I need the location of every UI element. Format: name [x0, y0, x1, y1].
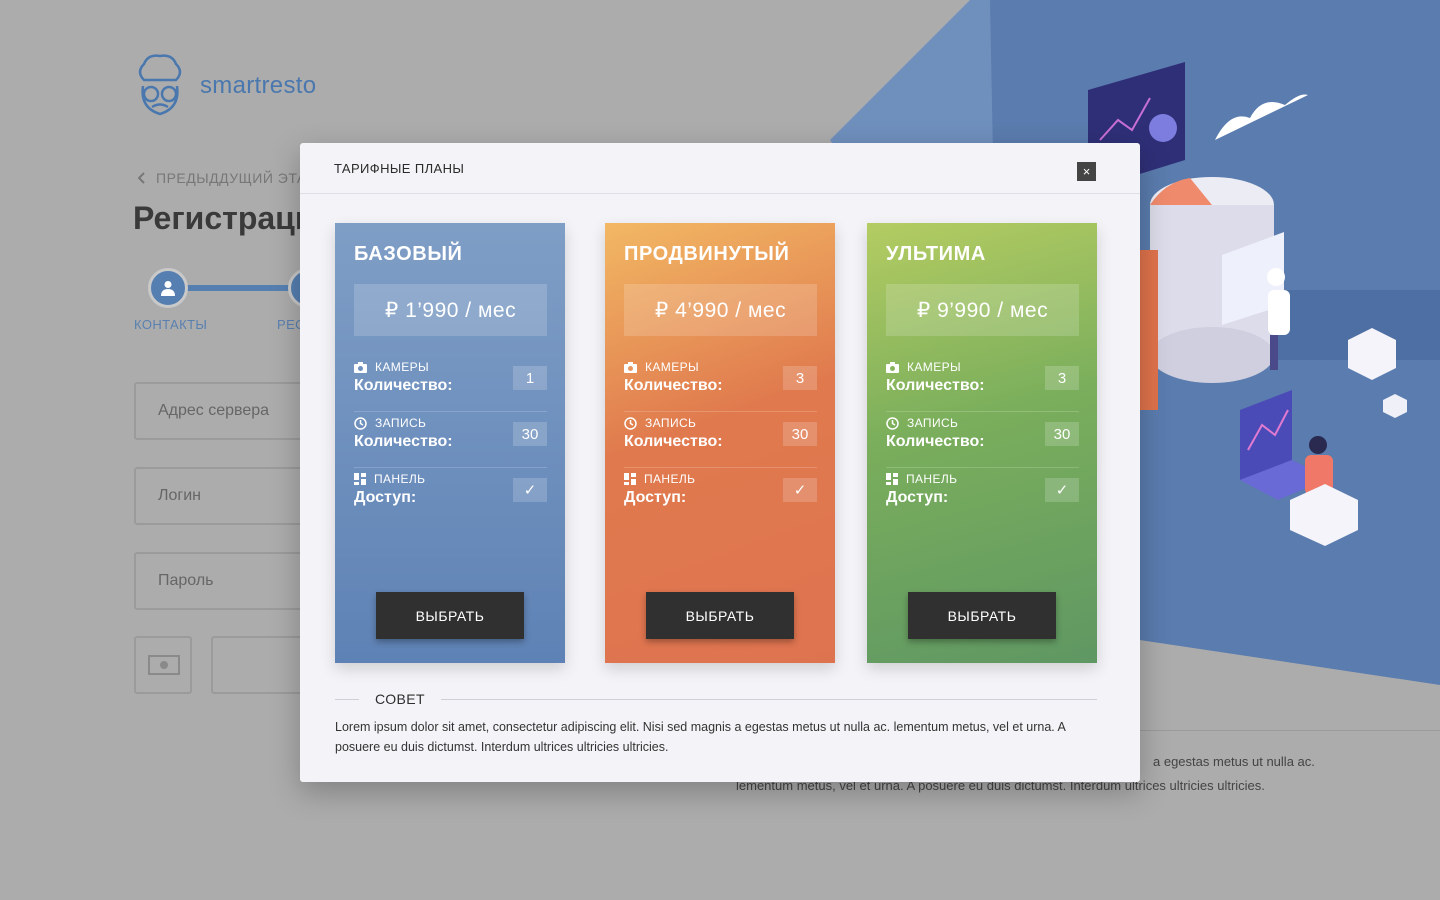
- clock-icon: [354, 416, 367, 430]
- check-icon: ✓: [1045, 478, 1079, 502]
- modal-header: ТАРИФНЫЕ ПЛАНЫ: [300, 143, 1140, 194]
- user-icon: [161, 281, 175, 296]
- choose-plan-button[interactable]: ВЫБРАТЬ: [908, 592, 1056, 639]
- plan-price: ₽ 1’990 / мес: [354, 284, 547, 336]
- feature-value: 1: [513, 366, 547, 390]
- feature-value: 30: [783, 422, 817, 446]
- plan-price: ₽ 4’990 / мес: [624, 284, 817, 336]
- feature-value: 3: [783, 366, 817, 390]
- dashboard-icon: [624, 473, 636, 485]
- feature-caption: ПАНЕЛЬ: [906, 472, 958, 486]
- feature-value: 30: [513, 422, 547, 446]
- background-text-1: a egestas metus ut nulla ac.: [1153, 754, 1315, 769]
- stepper-line: [168, 285, 308, 291]
- feature-cameras: КАМЕРЫ Количество: 3: [624, 356, 817, 412]
- feature-caption: ЗАПИСЬ: [645, 416, 697, 430]
- clock-icon: [886, 416, 899, 430]
- pricing-modal: ТАРИФНЫЕ ПЛАНЫ × БАЗОВЫЙ ₽ 1’990 / мес К…: [300, 143, 1140, 782]
- clock-icon: [624, 416, 637, 430]
- feature-panel: ПАНЕЛЬ Доступ: ✓: [886, 468, 1079, 524]
- chevron-left-icon: [138, 172, 146, 184]
- feature-panel: ПАНЕЛЬ Доступ: ✓: [624, 468, 817, 524]
- feature-caption: КАМЕРЫ: [907, 360, 962, 374]
- plan-name: ПРОДВИНУТЫЙ: [624, 243, 790, 265]
- feature-caption: ПАНЕЛЬ: [644, 472, 696, 486]
- dashboard-icon: [354, 473, 366, 485]
- choose-plan-button[interactable]: ВЫБРАТЬ: [646, 592, 794, 639]
- feature-recording: ЗАПИСЬ Количество: 30: [886, 412, 1079, 468]
- tip-title: СОВЕТ: [375, 691, 425, 707]
- back-link[interactable]: ПРЕДЫДДУЩИЙ ЭТАП: [138, 170, 317, 186]
- plan-card-basic: БАЗОВЫЙ ₽ 1’990 / мес КАМЕРЫ Количество:…: [335, 223, 565, 663]
- choose-plan-button[interactable]: ВЫБРАТЬ: [376, 592, 524, 639]
- step-contacts[interactable]: [148, 268, 188, 308]
- plan-name: БАЗОВЫЙ: [354, 243, 463, 265]
- back-link-label: ПРЕДЫДДУЩИЙ ЭТАП: [156, 170, 318, 186]
- logo[interactable]: smartresto: [134, 52, 316, 120]
- feature-value: 30: [1045, 422, 1079, 446]
- check-icon: ✓: [783, 478, 817, 502]
- payment-method-button[interactable]: [134, 636, 192, 694]
- feature-value: 3: [1045, 366, 1079, 390]
- feature-cameras: КАМЕРЫ Количество: 1: [354, 356, 547, 412]
- tip-divider-right: [440, 698, 1097, 700]
- feature-caption: ПАНЕЛЬ: [374, 472, 426, 486]
- feature-caption: ЗАПИСЬ: [907, 416, 959, 430]
- plan-price: ₽ 9’990 / мес: [886, 284, 1079, 336]
- tip-text: Lorem ipsum dolor sit amet, consectetur …: [335, 720, 1066, 754]
- step-label-contacts: КОНТАКТЫ: [134, 317, 208, 332]
- chef-logo-icon: [138, 54, 182, 116]
- divider: [1140, 730, 1440, 731]
- camera-icon: [354, 361, 367, 373]
- feature-caption: ЗАПИСЬ: [375, 416, 427, 430]
- feature-cameras: КАМЕРЫ Количество: 3: [886, 356, 1079, 412]
- close-button[interactable]: ×: [1077, 162, 1096, 181]
- tip-header: СОВЕТ: [335, 691, 1097, 707]
- cash-icon: [148, 655, 180, 675]
- plan-name: УЛЬТИМА: [886, 243, 986, 265]
- feature-caption: КАМЕРЫ: [645, 360, 700, 374]
- feature-recording: ЗАПИСЬ Количество: 30: [354, 412, 547, 468]
- plan-card-ultima: УЛЬТИМА ₽ 9’990 / мес КАМЕРЫ Количество:…: [867, 223, 1097, 663]
- modal-title: ТАРИФНЫЕ ПЛАНЫ: [334, 160, 465, 176]
- camera-icon: [624, 361, 637, 373]
- camera-icon: [886, 361, 899, 373]
- dashboard-icon: [886, 473, 898, 485]
- feature-panel: ПАНЕЛЬ Доступ: ✓: [354, 468, 547, 524]
- tip-divider-left: [335, 698, 359, 700]
- plan-card-advanced: ПРОДВИНУТЫЙ ₽ 4’990 / мес КАМЕРЫ Количес…: [605, 223, 835, 663]
- payment-field[interactable]: [211, 636, 311, 694]
- check-icon: ✓: [513, 478, 547, 502]
- feature-recording: ЗАПИСЬ Количество: 30: [624, 412, 817, 468]
- logo-text: smartresto: [200, 72, 317, 99]
- feature-caption: КАМЕРЫ: [375, 360, 430, 374]
